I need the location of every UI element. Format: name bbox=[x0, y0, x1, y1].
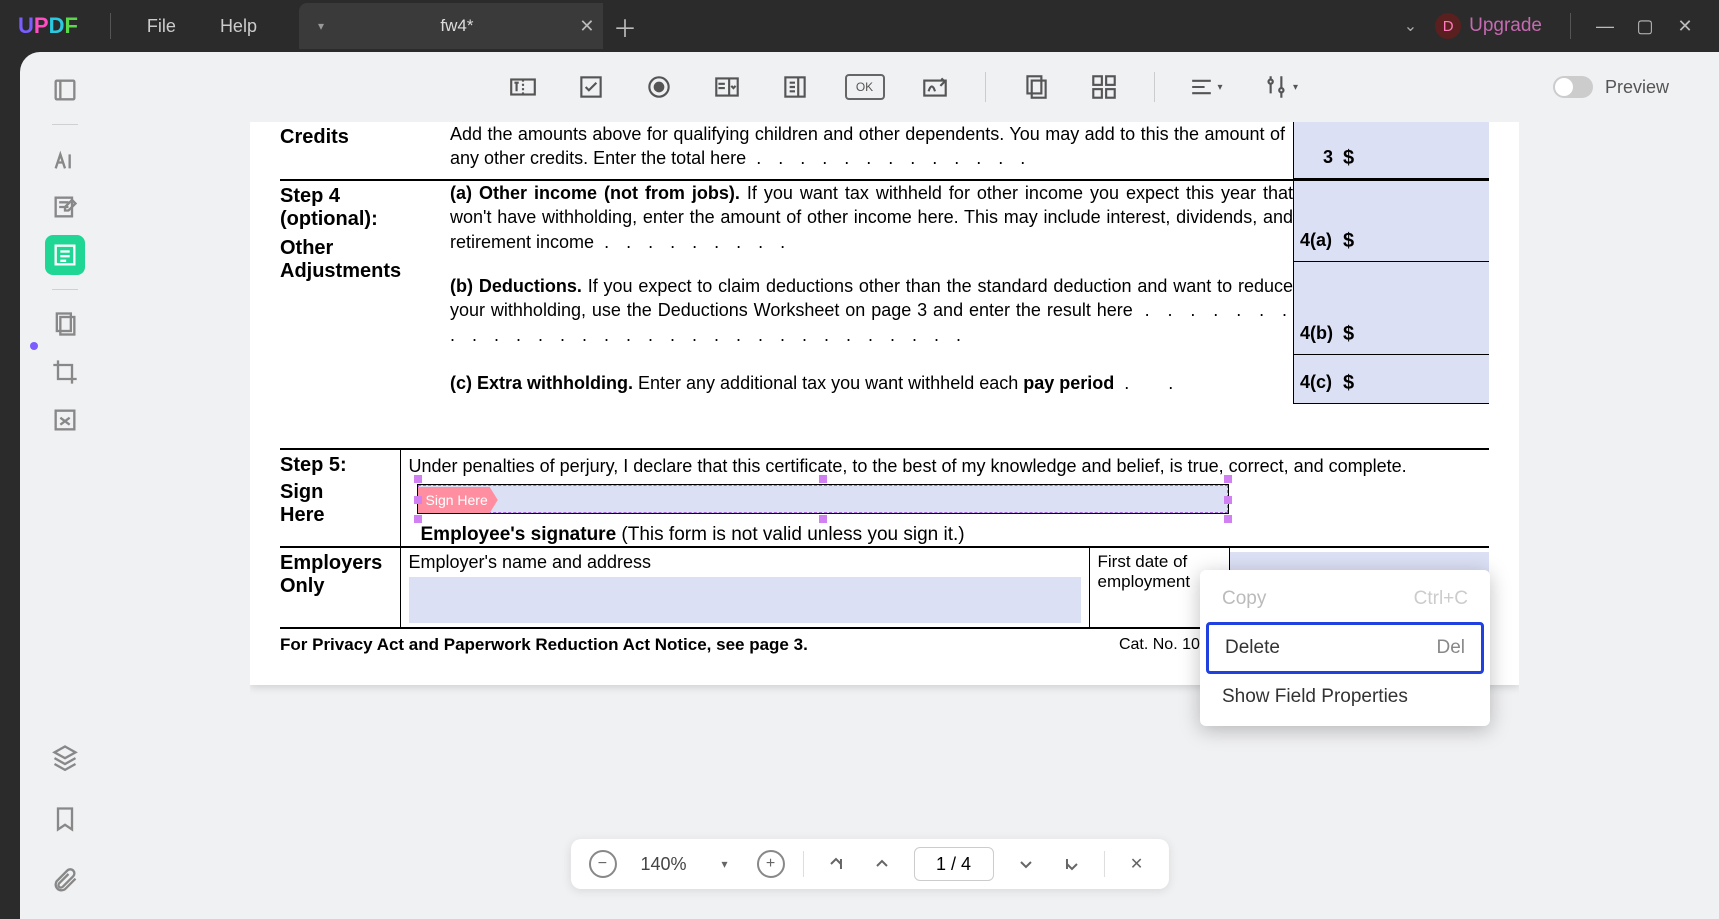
crop-tool-icon[interactable] bbox=[45, 352, 85, 392]
form-toolbar: OK ▾ ▾ Preview bbox=[110, 52, 1699, 122]
context-menu: CopyCtrl+C DeleteDel Show Field Properti… bbox=[1200, 570, 1490, 726]
step4-label: Step 4 bbox=[280, 185, 450, 208]
credits-text: Add the amounts above for qualifying chi… bbox=[450, 122, 1285, 171]
form-tool-icon[interactable] bbox=[45, 235, 85, 275]
field-4b-label: 4(b) bbox=[1294, 321, 1339, 346]
perjury-text: Under penalties of perjury, I declare th… bbox=[409, 454, 1490, 478]
button-tool-icon[interactable]: OK bbox=[845, 74, 885, 100]
here-label: Here bbox=[280, 504, 396, 527]
page-number-input[interactable] bbox=[914, 847, 994, 881]
grid-tool-icon[interactable] bbox=[1086, 69, 1122, 105]
organize-pages-icon[interactable] bbox=[45, 304, 85, 344]
bookmark-icon[interactable] bbox=[45, 799, 85, 839]
comment-tool-icon[interactable] bbox=[45, 139, 85, 179]
sign-label: Sign bbox=[280, 481, 396, 504]
preview-toggle[interactable] bbox=[1553, 76, 1593, 98]
field-selection-outline bbox=[418, 485, 1229, 513]
ctx-show-field-properties[interactable]: Show Field Properties bbox=[1206, 674, 1484, 720]
tab-close-icon[interactable]: ✕ bbox=[571, 16, 603, 37]
zoom-level: 140% bbox=[634, 854, 692, 875]
only-label: Only bbox=[280, 575, 400, 598]
sign-here-tag: Sign Here bbox=[418, 487, 498, 513]
window-minimize-icon[interactable]: — bbox=[1585, 16, 1625, 37]
upgrade-link[interactable]: Upgrade bbox=[1469, 15, 1542, 37]
window-maximize-icon[interactable]: ▢ bbox=[1625, 16, 1665, 37]
next-page-icon[interactable] bbox=[1012, 850, 1040, 878]
upgrade-badge: D bbox=[1435, 13, 1461, 39]
zoom-in-button[interactable]: + bbox=[757, 850, 785, 878]
first-date-label: First date of bbox=[1098, 552, 1221, 572]
menu-file[interactable]: File bbox=[125, 16, 198, 37]
radio-tool-icon[interactable] bbox=[641, 69, 677, 105]
separator bbox=[110, 13, 111, 39]
tab-fw4[interactable]: fw4* ✕ bbox=[343, 3, 603, 49]
side-tool-rail bbox=[20, 52, 110, 919]
privacy-notice: For Privacy Act and Paperwork Reduction … bbox=[280, 635, 808, 654]
field-3-label: 3 bbox=[1294, 145, 1339, 170]
content-area: OK ▾ ▾ Preview Credits Add the amounts a… bbox=[20, 52, 1719, 919]
signature-field[interactable]: Sign Here bbox=[417, 484, 1230, 514]
menu-help[interactable]: Help bbox=[198, 16, 279, 37]
separator bbox=[52, 124, 78, 125]
separator bbox=[1104, 851, 1105, 877]
4b-text: (b) Deductions. If you expect to claim d… bbox=[450, 274, 1293, 347]
field-3-dollar: $ bbox=[1339, 147, 1358, 169]
listbox-tool-icon[interactable] bbox=[777, 69, 813, 105]
step4-adjustments: Adjustments bbox=[280, 260, 450, 283]
last-page-icon[interactable] bbox=[1058, 850, 1086, 878]
tab-bar: ▾ fw4* ✕ ＋ bbox=[299, 0, 647, 52]
employee-signature-note: (This form is not valid unless you sign … bbox=[616, 524, 964, 545]
4c-text: (c) Extra withholding. Enter any additio… bbox=[450, 371, 1293, 395]
form-settings-icon[interactable]: ▾ bbox=[1255, 69, 1305, 105]
preview-label: Preview bbox=[1605, 77, 1669, 98]
zoom-dropdown-icon[interactable]: ▾ bbox=[711, 850, 739, 878]
4a-text: (a) Other income (not from jobs). If you… bbox=[450, 181, 1293, 254]
separator bbox=[803, 851, 804, 877]
field-4c-label: 4(c) bbox=[1294, 370, 1339, 395]
ctx-copy: CopyCtrl+C bbox=[1206, 576, 1484, 622]
employer-name-field[interactable] bbox=[409, 577, 1081, 623]
employer-name-label: Employer's name and address bbox=[409, 552, 1081, 573]
field-4c-dollar: $ bbox=[1339, 372, 1358, 394]
checkbox-tool-icon[interactable] bbox=[573, 69, 609, 105]
align-tool-icon[interactable]: ▾ bbox=[1187, 69, 1223, 105]
document-viewport[interactable]: Credits Add the amounts above for qualif… bbox=[250, 122, 1519, 849]
tab-title: fw4* bbox=[343, 16, 571, 36]
window-close-icon[interactable]: ✕ bbox=[1665, 16, 1705, 37]
redact-tool-icon[interactable] bbox=[45, 400, 85, 440]
separator bbox=[985, 72, 986, 102]
title-bar: UPDF File Help ▾ fw4* ✕ ＋ ⌄ D Upgrade — … bbox=[0, 0, 1719, 52]
dropdown-tool-icon[interactable] bbox=[709, 69, 745, 105]
prev-page-icon[interactable] bbox=[868, 850, 896, 878]
zoom-out-button[interactable]: − bbox=[588, 850, 616, 878]
page-nav-bar: − 140% ▾ + ✕ bbox=[570, 839, 1168, 889]
separator bbox=[1570, 13, 1571, 39]
tab-add-button[interactable]: ＋ bbox=[603, 9, 647, 44]
credits-label: Credits bbox=[280, 126, 349, 148]
close-nav-icon[interactable]: ✕ bbox=[1123, 850, 1151, 878]
reader-mode-icon[interactable] bbox=[45, 70, 85, 110]
employee-signature-label: Employee's signature bbox=[421, 524, 617, 545]
employers-label: Employers bbox=[280, 552, 400, 575]
step4-optional: (optional): bbox=[280, 208, 450, 231]
text-field-tool-icon[interactable] bbox=[505, 69, 541, 105]
edit-tool-icon[interactable] bbox=[45, 187, 85, 227]
signature-tool-icon[interactable] bbox=[917, 69, 953, 105]
field-4b-dollar: $ bbox=[1339, 323, 1358, 345]
first-page-icon[interactable] bbox=[822, 850, 850, 878]
ctx-delete[interactable]: DeleteDel bbox=[1206, 622, 1484, 674]
field-4a-label: 4(a) bbox=[1294, 228, 1339, 253]
app-logo: UPDF bbox=[0, 13, 96, 39]
tab-list-dropdown[interactable]: ▾ bbox=[299, 3, 343, 49]
step4-other: Other bbox=[280, 237, 450, 260]
chevron-down-icon[interactable]: ⌄ bbox=[1386, 16, 1435, 36]
attachment-icon[interactable] bbox=[45, 861, 85, 901]
separator bbox=[52, 289, 78, 290]
step5-label: Step 5: bbox=[280, 454, 396, 477]
separator bbox=[1154, 72, 1155, 102]
copy-field-icon[interactable] bbox=[1018, 69, 1054, 105]
layers-icon[interactable] bbox=[45, 737, 85, 777]
field-4a-dollar: $ bbox=[1339, 230, 1358, 252]
